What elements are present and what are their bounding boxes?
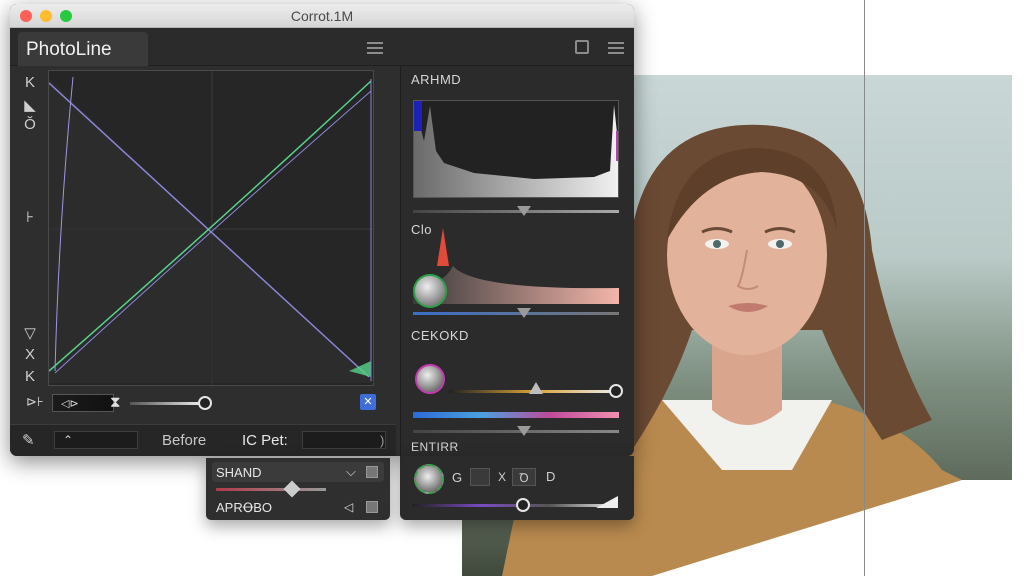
shand-subpanel: SHAND ⌵ APRꝊBO ◁ (206, 458, 390, 520)
histogram (413, 100, 619, 198)
hue-track[interactable] (413, 430, 619, 433)
photoline-window: Corrot.1M PhotoLine K ◣ Ŏ ⊦ ▽ X K ⊳⊦ ◁⊳ … (10, 4, 634, 456)
entirr-ramp-icon (596, 496, 618, 508)
shand-checkbox[interactable] (366, 466, 378, 478)
preset-label: IC Pet: (242, 432, 288, 449)
color-balance-handle[interactable] (517, 308, 531, 318)
tool-marker-icon[interactable]: ⊦ (20, 208, 40, 226)
scroll-glyph: ) (380, 433, 385, 448)
title-bar[interactable]: Corrot.1M (10, 4, 634, 28)
tab-photoline[interactable]: PhotoLine (18, 32, 148, 66)
entirr-x-icon[interactable]: X (498, 470, 506, 484)
curves-svg (49, 71, 375, 387)
hourglass-icon[interactable]: ⧗ (110, 394, 121, 411)
tone-handle[interactable] (529, 382, 543, 394)
window-title: Corrot.1M (290, 8, 354, 24)
adjustments-panel: ARHMD Clo CEKOKD ENTIRR (400, 66, 634, 456)
entirr-g-icon[interactable]: G (452, 470, 462, 485)
tool-k-icon[interactable]: K (20, 74, 40, 91)
speaker-icon[interactable]: ◁ (344, 500, 353, 514)
section-label-arhmd: ARHMD (411, 72, 462, 87)
hue-handle[interactable] (517, 426, 531, 436)
apr-checkbox[interactable] (366, 501, 378, 513)
curve-strength-knob[interactable] (198, 396, 212, 410)
tool-x-icon[interactable]: X (20, 346, 40, 363)
entirr-field-1[interactable] (470, 468, 490, 486)
tone-end-knob[interactable] (609, 384, 623, 398)
shand-handle[interactable] (283, 480, 301, 498)
section-label-entirr: ENTIRR (411, 440, 459, 454)
tool-k2-icon[interactable]: K (20, 368, 40, 385)
histogram-range-handle[interactable] (517, 206, 531, 216)
before-label[interactable]: Before (162, 432, 206, 449)
preset-field[interactable] (302, 431, 386, 449)
entirr-knob[interactable] (414, 464, 444, 494)
entirr-d-icon[interactable]: D (546, 469, 555, 484)
hue-spectrum[interactable] (413, 412, 619, 418)
color-balance-track[interactable] (413, 312, 619, 315)
channel-icon[interactable]: ⊳⊦ (26, 394, 44, 410)
curves-controls: ⊳⊦ ◁⊳ ⧗ ✕ (10, 390, 376, 416)
gradient-swatch[interactable]: ◁⊳ (52, 394, 114, 412)
bottom-toolbar: ✎ ⌃ Before IC Pet: ) (10, 424, 396, 456)
histogram-range-track[interactable] (413, 210, 619, 213)
tab-bar: PhotoLine (10, 28, 634, 66)
histogram-svg (414, 101, 618, 197)
entirr-handle[interactable] (516, 498, 530, 512)
brush-icon[interactable]: ✎ (22, 431, 35, 449)
shand-track[interactable] (216, 488, 326, 491)
tool-circle-icon[interactable]: Ŏ (20, 116, 40, 133)
tone-knob[interactable] (415, 364, 445, 394)
entirr-panel: G X Ꝺ D (400, 456, 634, 520)
value-field[interactable]: ⌃ (54, 431, 138, 449)
panel-square-icon[interactable] (575, 40, 589, 54)
curves-graph[interactable] (48, 70, 375, 387)
color-balance-knob[interactable] (413, 274, 447, 308)
reset-curve-button[interactable]: ✕ (360, 394, 376, 410)
panel-menu-icon[interactable] (608, 42, 624, 54)
curve-tools: K ◣ Ŏ ⊦ ▽ X K (10, 66, 46, 392)
entirr-field-2[interactable]: Ꝺ (512, 468, 536, 486)
chevron-down-icon[interactable]: ⌵ (346, 464, 356, 480)
section-label-cekokd: CEKOKD (411, 328, 469, 343)
tool-triangle-icon[interactable]: ▽ (20, 324, 40, 342)
entirr-track[interactable] (412, 504, 618, 507)
curves-menu-icon[interactable] (367, 42, 383, 54)
guide-line (864, 0, 865, 576)
shand-title[interactable]: SHAND (212, 462, 384, 482)
apr-label: APRꝊBO (216, 500, 272, 515)
curve-strength-track[interactable] (130, 402, 202, 405)
tool-point-icon[interactable]: ◣ (20, 96, 40, 114)
